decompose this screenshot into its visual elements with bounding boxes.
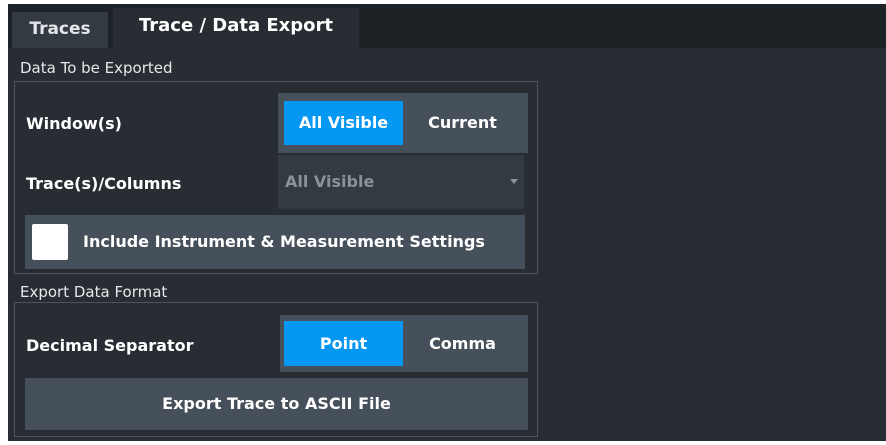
chevron-down-icon: [510, 179, 518, 184]
windows-label: Window(s): [26, 114, 122, 133]
decimal-comma-button[interactable]: Comma: [403, 321, 522, 366]
include-settings-toggle[interactable]: Include Instrument & Measurement Setting…: [25, 215, 525, 269]
decimal-point-button[interactable]: Point: [284, 321, 403, 366]
decimal-separator-selector: Point Comma: [280, 315, 528, 372]
windows-all-visible-button[interactable]: All Visible: [284, 101, 403, 145]
group-title-export-data-format: Export Data Format: [20, 283, 168, 301]
tab-traces[interactable]: Traces: [12, 12, 108, 48]
include-settings-label: Include Instrument & Measurement Setting…: [83, 232, 485, 251]
export-trace-ascii-button[interactable]: Export Trace to ASCII File: [25, 378, 528, 430]
tab-bar: Traces Trace / Data Export: [8, 4, 886, 48]
windows-current-button[interactable]: Current: [403, 101, 522, 145]
tab-trace-data-export[interactable]: Trace / Data Export: [113, 8, 359, 48]
dialog-panel: Traces Trace / Data Export Data To be Ex…: [8, 4, 886, 441]
traces-columns-label: Trace(s)/Columns: [26, 174, 182, 193]
traces-columns-value: All Visible: [285, 172, 375, 191]
traces-columns-dropdown[interactable]: All Visible: [278, 155, 524, 209]
windows-selector: All Visible Current: [278, 93, 528, 153]
include-settings-checkbox[interactable]: [32, 224, 68, 260]
decimal-separator-label: Decimal Separator: [26, 336, 194, 355]
group-title-data-to-export: Data To be Exported: [20, 59, 173, 77]
